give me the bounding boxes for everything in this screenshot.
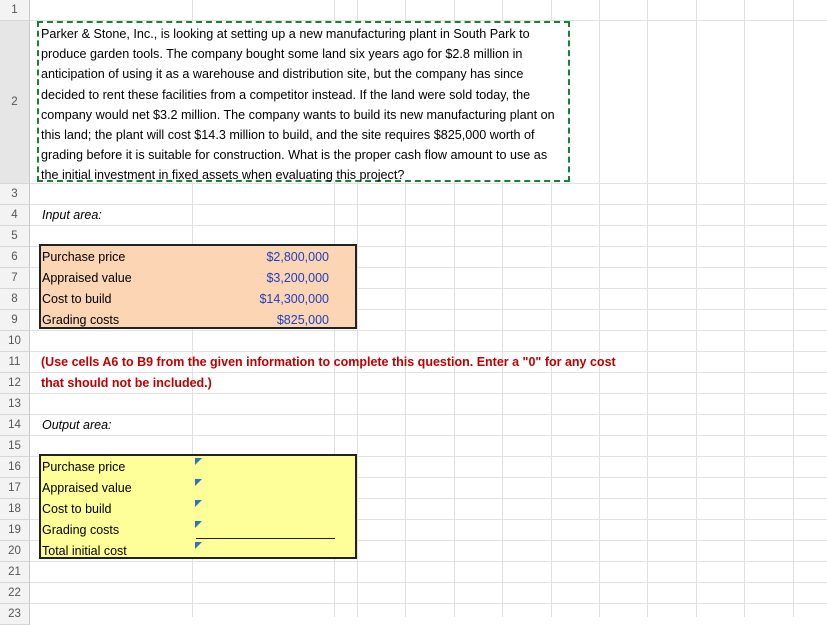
row-header-20[interactable]: 20 <box>0 541 30 562</box>
instruction-line-2: that should not be included.) <box>41 376 212 390</box>
gridline <box>647 0 648 617</box>
gridline <box>30 561 827 562</box>
spreadsheet[interactable]: 1 2 3 4 5 6 7 8 9 10 11 12 13 14 15 16 1… <box>0 0 827 625</box>
row-header-17[interactable]: 17 <box>0 478 30 499</box>
row-header-8[interactable]: 8 <box>0 289 30 310</box>
row-header-13[interactable]: 13 <box>0 394 30 415</box>
output-value-appraised-value[interactable] <box>194 478 334 499</box>
output-area-label: Output area: <box>42 418 112 432</box>
row-header-3[interactable]: 3 <box>0 184 30 205</box>
row-header-9[interactable]: 9 <box>0 310 30 331</box>
output-value-purchase-price[interactable] <box>194 457 334 478</box>
input-label-appraised-value[interactable]: Appraised value <box>39 268 132 289</box>
cell-marker-icon <box>195 542 202 549</box>
problem-statement-cell[interactable]: Parker & Stone, Inc., is looking at sett… <box>37 21 570 182</box>
row-header-7[interactable]: 7 <box>0 268 30 289</box>
output-label-grading-costs[interactable]: Grading costs <box>39 520 119 541</box>
gridline <box>30 204 827 205</box>
output-label-appraised-value[interactable]: Appraised value <box>39 478 132 499</box>
output-label-total-initial-cost[interactable]: Total initial cost <box>39 541 127 562</box>
instruction-line-1: (Use cells A6 to B9 from the given infor… <box>41 355 616 369</box>
output-label-purchase-price[interactable]: Purchase price <box>39 457 125 478</box>
row-header-22[interactable]: 22 <box>0 583 30 604</box>
row-header-6[interactable]: 6 <box>0 247 30 268</box>
gridline <box>599 0 600 617</box>
input-value-purchase-price[interactable]: $2,800,000 <box>193 247 329 268</box>
row-header-21[interactable]: 21 <box>0 562 30 583</box>
row-header-15[interactable]: 15 <box>0 436 30 457</box>
input-area-label: Input area: <box>42 208 102 222</box>
row-header-5[interactable]: 5 <box>0 226 30 247</box>
row-header-11[interactable]: 11 <box>0 352 30 373</box>
row-header-19[interactable]: 19 <box>0 520 30 541</box>
gridline <box>30 330 827 331</box>
gridline <box>744 0 745 617</box>
row-header-14[interactable]: 14 <box>0 415 30 436</box>
row-header-23[interactable]: 23 <box>0 604 30 625</box>
row-header-2[interactable]: 2 <box>0 21 30 184</box>
input-value-grading-costs[interactable]: $825,000 <box>193 310 329 331</box>
total-underline <box>196 538 335 539</box>
gridline <box>30 582 827 583</box>
input-label-grading-costs[interactable]: Grading costs <box>39 310 119 331</box>
gridline <box>30 435 827 436</box>
input-value-cost-to-build[interactable]: $14,300,000 <box>193 289 329 310</box>
cell-marker-icon <box>195 500 202 507</box>
row-header-1[interactable]: 1 <box>0 0 30 21</box>
row-header-18[interactable]: 18 <box>0 499 30 520</box>
output-value-cost-to-build[interactable] <box>194 499 334 520</box>
cell-marker-icon <box>195 521 202 528</box>
output-label-cost-to-build[interactable]: Cost to build <box>39 499 111 520</box>
input-value-appraised-value[interactable]: $3,200,000 <box>193 268 329 289</box>
row-header-12[interactable]: 12 <box>0 373 30 394</box>
gridline <box>696 0 697 617</box>
input-label-cost-to-build[interactable]: Cost to build <box>39 289 111 310</box>
output-value-total-initial-cost[interactable] <box>194 541 334 562</box>
gridline <box>30 414 827 415</box>
cell-marker-icon <box>195 458 202 465</box>
cell-marker-icon <box>195 479 202 486</box>
row-header-4[interactable]: 4 <box>0 205 30 226</box>
row-header-10[interactable]: 10 <box>0 331 30 352</box>
gridline <box>30 603 827 604</box>
gridline <box>793 0 794 617</box>
input-label-purchase-price[interactable]: Purchase price <box>39 247 125 268</box>
gridline <box>30 225 827 226</box>
row-header-16[interactable]: 16 <box>0 457 30 478</box>
